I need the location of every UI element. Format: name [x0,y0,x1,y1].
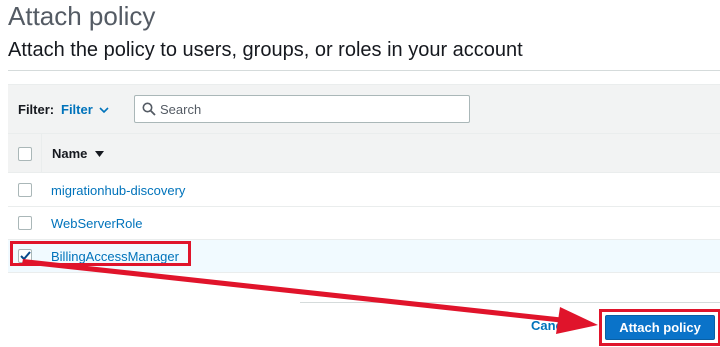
page-title: Attach policy [8,1,156,31]
table-row-selected[interactable]: BillingAccessManager [8,240,720,273]
row-checkbox[interactable] [18,183,32,197]
title-divider [8,70,720,71]
chevron-down-icon [99,106,109,113]
annotation-highlight-button: Attach policy [599,309,720,346]
filter-label: Filter: [18,102,55,117]
policy-entity-link[interactable]: migrationhub-discovery [51,183,185,198]
page-subtitle: Attach the policy to users, groups, or r… [8,39,523,61]
table-row[interactable]: migrationhub-discovery [8,174,720,207]
row-checkbox-checked[interactable] [18,249,32,263]
checkmark-icon [20,251,31,261]
entities-panel: Filter: Filter Name migrationhub-discove [8,84,720,273]
search-box[interactable] [134,95,470,123]
attach-policy-button[interactable]: Attach policy [605,315,715,340]
column-separator [41,134,42,172]
row-checkbox[interactable] [18,216,32,230]
search-input[interactable] [160,96,460,122]
search-icon [142,102,156,116]
name-column-header[interactable]: Name [52,146,105,161]
table-row[interactable]: WebServerRole [8,207,720,240]
select-all-checkbox[interactable] [18,147,32,161]
policy-entity-link[interactable]: BillingAccessManager [51,249,179,264]
filter-dropdown[interactable]: Filter [61,102,109,117]
policy-entity-link[interactable]: WebServerRole [51,216,143,231]
name-column-label: Name [52,146,88,161]
sort-down-icon [95,150,105,157]
cancel-button[interactable]: Cancel [531,318,574,333]
filter-dropdown-value: Filter [61,102,93,117]
filter-bar: Filter: Filter [8,85,720,133]
footer-divider [300,302,720,303]
table-header: Name [8,133,720,173]
